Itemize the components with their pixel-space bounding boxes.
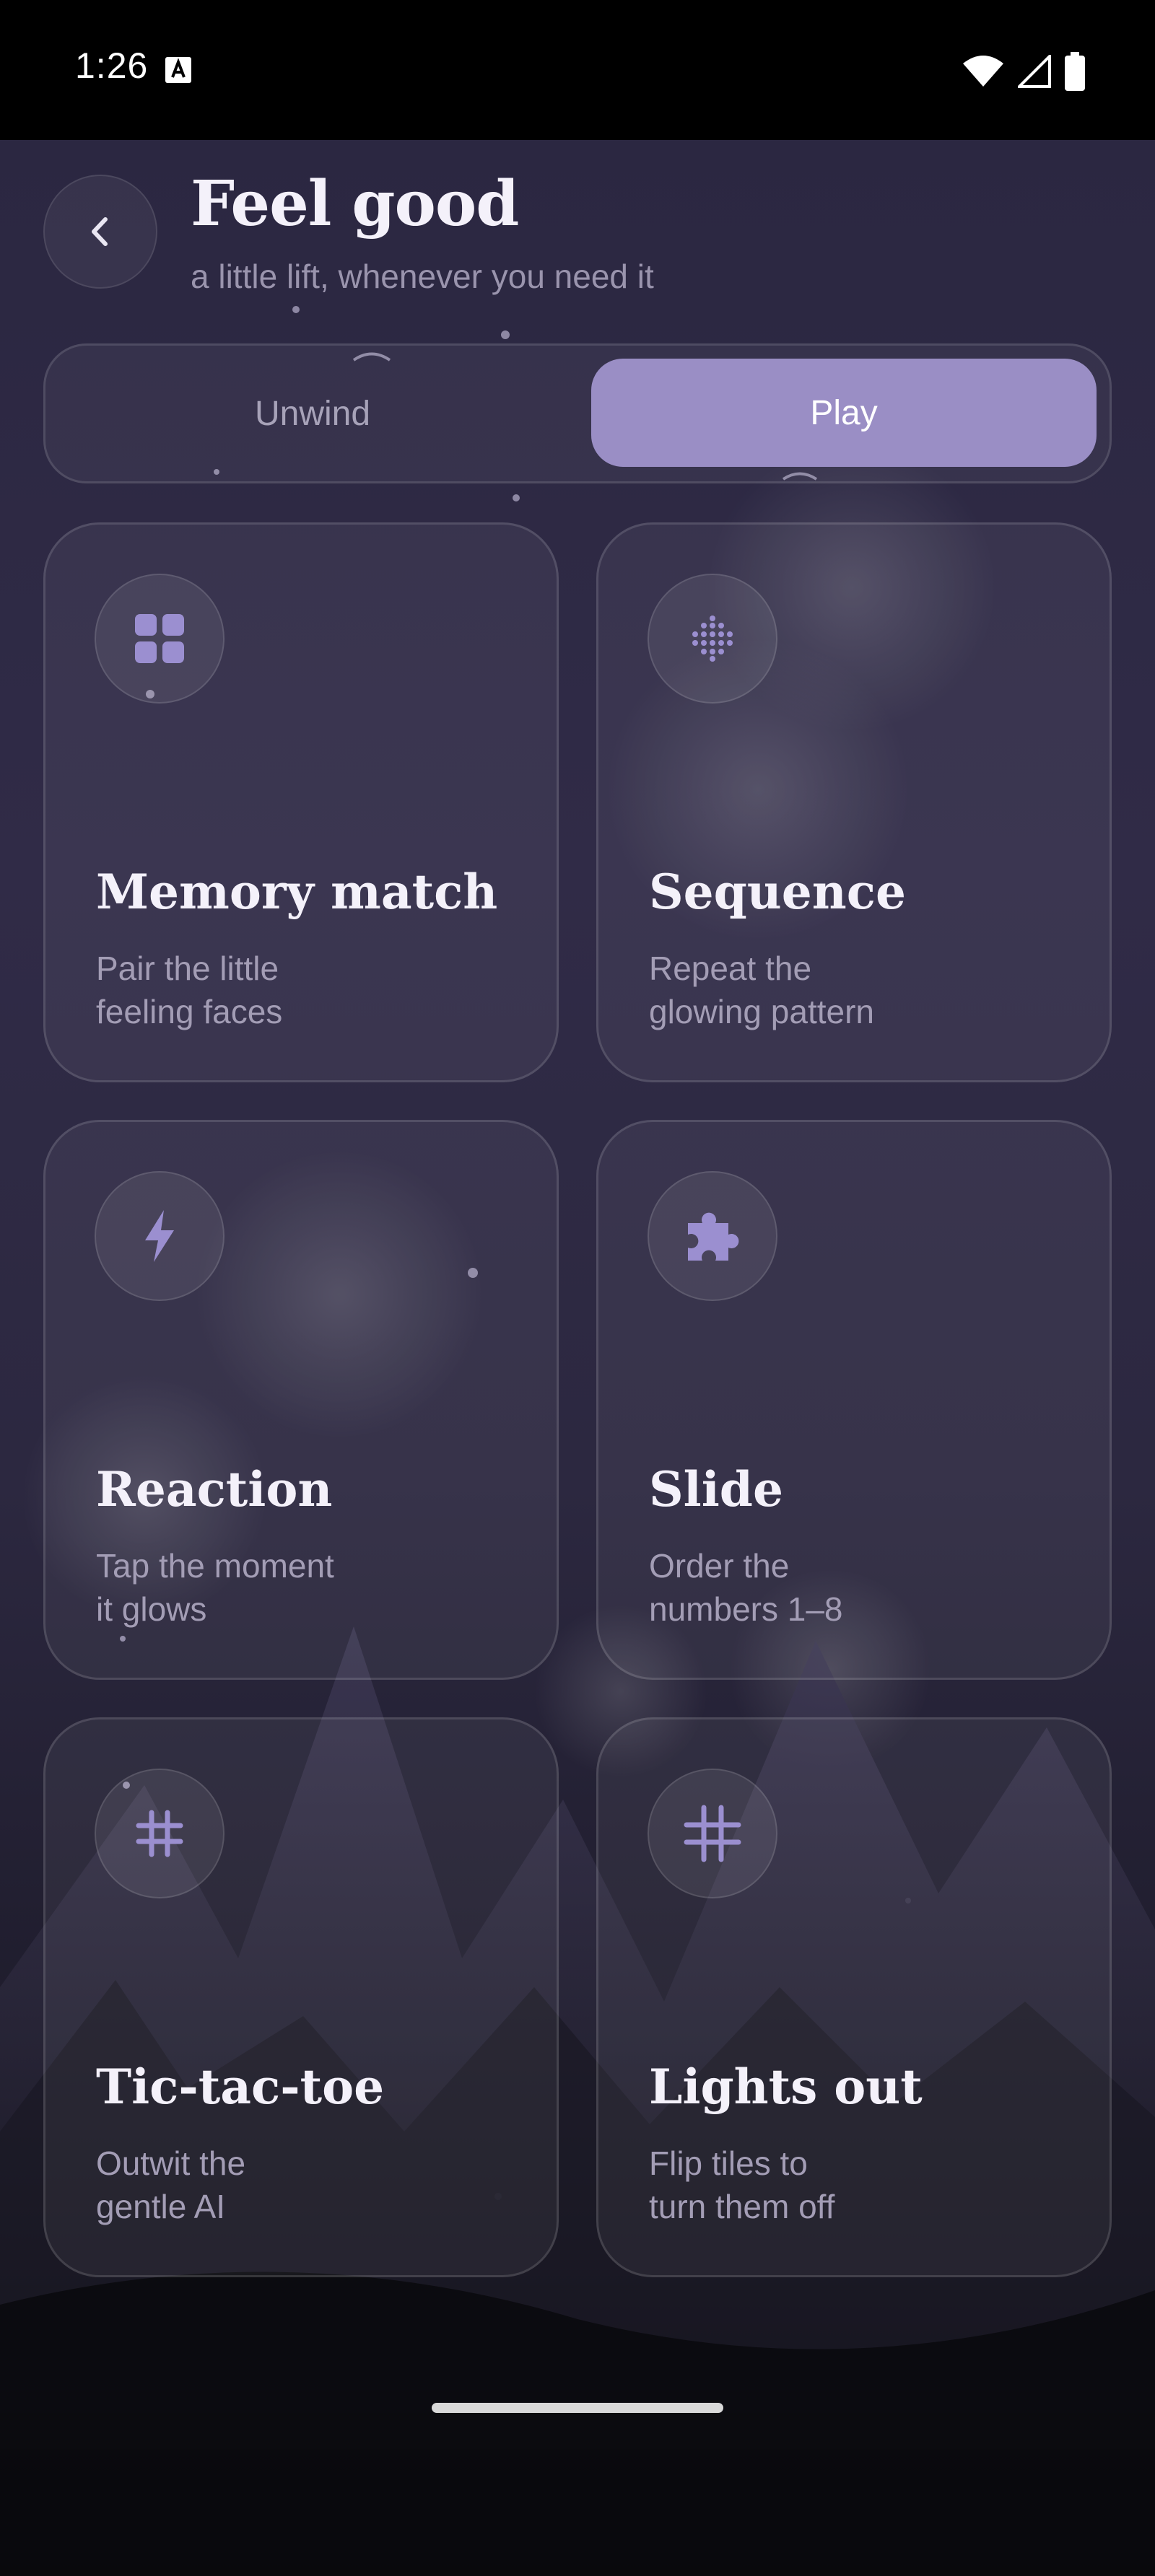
game-title: Lights out <box>649 2059 923 2115</box>
wifi-icon <box>963 56 1003 87</box>
keyboard-a-icon <box>165 57 191 83</box>
tab-play[interactable]: Play <box>591 359 1097 467</box>
game-card-memory-match[interactable]: Memory match Pair the little feeling fac… <box>43 522 559 1082</box>
page-title: Feel good <box>191 167 519 240</box>
status-time: 1:26 <box>75 45 149 86</box>
game-title: Memory match <box>96 864 498 920</box>
battery-icon <box>1065 52 1085 91</box>
lightning-icon <box>95 1171 225 1301</box>
game-description: Flip tiles to turn them off <box>649 2145 835 2225</box>
grid-lines-icon <box>648 1769 777 1898</box>
game-description: Outwit the gentle AI <box>96 2145 246 2225</box>
game-description: Order the numbers 1–8 <box>649 1547 843 1628</box>
game-description: Repeat the glowing pattern <box>649 950 874 1030</box>
mode-toggle: Unwind Play <box>43 343 1112 483</box>
hash-icon <box>95 1769 225 1898</box>
game-title: Sequence <box>649 864 906 920</box>
chevron-left-icon <box>92 217 108 246</box>
signal-icon <box>1018 55 1051 88</box>
status-icons <box>962 52 1086 91</box>
game-title: Slide <box>649 1461 783 1517</box>
game-title: Tic-tac-toe <box>96 2059 385 2115</box>
game-description: Tap the moment it glows <box>96 1547 334 1628</box>
page-subtitle: a little lift, whenever you need it <box>191 258 654 295</box>
home-indicator[interactable] <box>432 2403 723 2413</box>
status-bar: 1:26 <box>0 0 1155 140</box>
game-description: Pair the little feeling faces <box>96 950 283 1030</box>
game-card-tic-tac-toe[interactable]: Tic-tac-toe Outwit the gentle AI <box>43 1717 559 2277</box>
back-button[interactable] <box>43 175 157 289</box>
game-card-slide[interactable]: Slide Order the numbers 1–8 <box>596 1120 1112 1680</box>
puzzle-icon <box>648 1171 777 1301</box>
tab-unwind[interactable]: Unwind <box>45 346 580 481</box>
game-card-sequence[interactable]: Sequence Repeat the glowing pattern <box>596 522 1112 1082</box>
game-title: Reaction <box>96 1461 333 1517</box>
dot-matrix-icon <box>648 574 777 704</box>
game-card-reaction[interactable]: Reaction Tap the moment it glows <box>43 1120 559 1680</box>
game-card-lights-out[interactable]: Lights out Flip tiles to turn them off <box>596 1717 1112 2277</box>
grid-icon <box>95 574 225 704</box>
feel-good-screen: Feel good a little lift, whenever you ne… <box>0 140 1155 2576</box>
